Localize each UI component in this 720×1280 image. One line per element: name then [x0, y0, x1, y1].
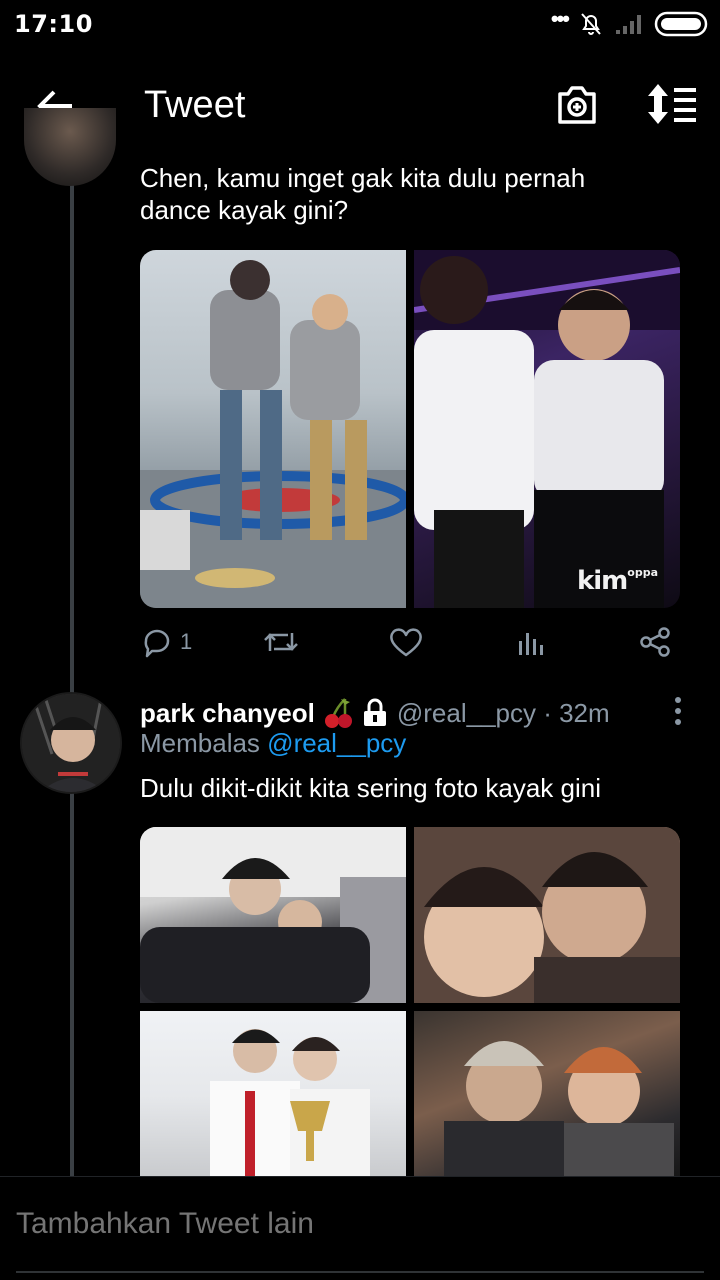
status-bar: 17:10 •••	[0, 0, 720, 48]
like-button[interactable]	[388, 620, 424, 664]
photo-illustration	[414, 827, 680, 1003]
lock-icon	[363, 698, 386, 726]
more-options-icon[interactable]	[664, 694, 692, 728]
add-photo-icon[interactable]	[554, 82, 600, 128]
replying-to-label: Membalas	[140, 728, 260, 758]
alarm-off-icon	[581, 13, 601, 35]
thread-sort-icon[interactable]	[646, 82, 698, 126]
reply-button[interactable]: 1	[140, 620, 192, 664]
dance-photo-illustration	[140, 260, 406, 608]
tweet-media-image[interactable]	[140, 1011, 406, 1181]
tweet-media-image[interactable]	[414, 1011, 680, 1181]
cherry-emoji-icon	[324, 698, 352, 728]
retweet-button[interactable]	[262, 620, 300, 664]
page-title: Tweet	[144, 84, 246, 126]
analytics-icon	[519, 633, 543, 655]
signal-icon	[616, 15, 641, 34]
reply-count: 1	[180, 629, 193, 654]
tweet-media-image[interactable]	[140, 827, 406, 1003]
photo-illustration	[210, 1029, 370, 1181]
status-icons: •••	[550, 6, 710, 38]
avatar[interactable]	[24, 108, 116, 186]
compose-bar	[0, 1176, 720, 1280]
display-name[interactable]: park chanyeol	[140, 698, 315, 729]
handle-and-time: @real__pcy · 32m	[396, 697, 610, 728]
tweet-actions: 1	[140, 620, 680, 664]
photo-illustration	[444, 1041, 674, 1181]
analytics-button[interactable]	[516, 620, 546, 664]
tweet-media-image[interactable]	[140, 250, 406, 608]
reply-icon	[144, 629, 170, 658]
share-icon	[640, 627, 670, 657]
photo-illustration	[140, 827, 406, 1003]
more-notifications-icon: •••	[550, 6, 570, 31]
compose-underline	[16, 1271, 704, 1273]
tweet-media-image[interactable]	[414, 827, 680, 1003]
retweet-icon	[264, 633, 298, 651]
stage-photo-illustration	[414, 250, 680, 608]
replying-to-handle[interactable]: @real__pcy	[267, 728, 406, 758]
tweet-media-image[interactable]: kimoppa	[414, 250, 680, 608]
tweet-header: park chanyeol @real__pcy · 32m	[140, 696, 610, 730]
thread-connector-line	[70, 180, 74, 1176]
add-tweet-input[interactable]	[16, 1207, 696, 1241]
media-watermark: kimoppa	[576, 566, 658, 596]
status-time: 17:10	[14, 10, 93, 38]
tweet-text: Dulu dikit-dikit kita sering foto kayak …	[140, 773, 601, 803]
avatar[interactable]	[20, 692, 122, 794]
battery-icon	[654, 11, 708, 37]
heart-icon	[390, 628, 422, 657]
share-button[interactable]	[638, 620, 672, 664]
avatar-illustration	[22, 694, 120, 792]
tweet-text: Chen, kamu inget gak kita dulu pernah da…	[140, 163, 586, 225]
replying-to: Membalas @real__pcy	[140, 728, 406, 759]
